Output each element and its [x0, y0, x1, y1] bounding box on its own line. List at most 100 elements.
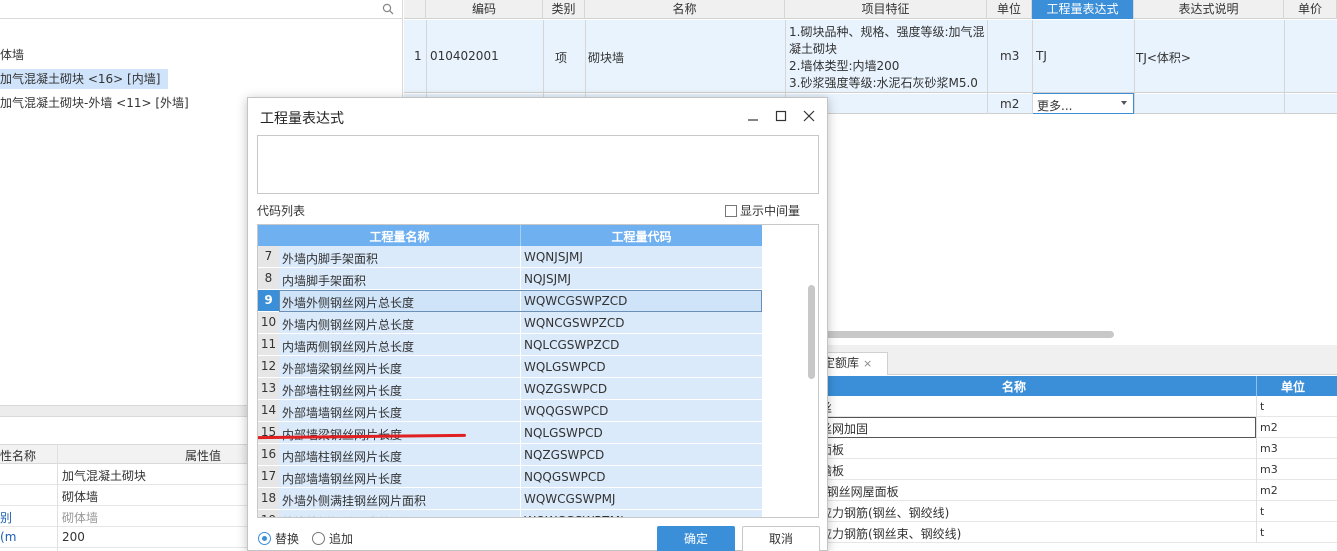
- col-header-feature[interactable]: 项目特征: [785, 0, 987, 19]
- column-divider: [520, 488, 521, 510]
- col-header-code[interactable]: 编码: [426, 0, 543, 19]
- quantity-name: 外部墙柱钢丝网片长度: [282, 384, 403, 398]
- code-row[interactable]: 11 内墙两侧钢丝网片总长度 NQLCGSWPZCD: [258, 334, 762, 356]
- radio-append[interactable]: 追加: [312, 530, 353, 547]
- expression-input[interactable]: [257, 135, 819, 194]
- item-unit[interactable]: m3: [1000, 49, 1019, 63]
- item-expression-desc[interactable]: TJ<体积>: [1136, 49, 1191, 66]
- quota-unit: t: [1260, 400, 1265, 413]
- quantity-name: 外墙内侧钢丝网片总长度: [282, 318, 415, 332]
- quota-unit: m3: [1260, 463, 1278, 476]
- cancel-button[interactable]: 取消: [742, 526, 820, 551]
- item-code[interactable]: 010402001: [430, 49, 499, 63]
- item-unit[interactable]: m2: [1000, 97, 1019, 111]
- quota-col-unit: 单位: [1281, 380, 1306, 394]
- radio-unselected-icon[interactable]: [312, 532, 325, 545]
- code-row[interactable]: 10 外墙内侧钢丝网片总长度 WQNCGSWPZCD: [258, 312, 762, 334]
- tab-quota-library[interactable]: 定额库 ×: [820, 352, 888, 375]
- column-divider: [520, 510, 521, 517]
- quota-row[interactable]: 丝 t: [820, 396, 1337, 417]
- feature-line: 凝土砌块: [789, 42, 838, 56]
- code-row[interactable]: 7 外墙内脚手架面积 WQNJSJMJ: [258, 246, 762, 268]
- property-value[interactable]: 砌体墙: [62, 488, 98, 505]
- item-type[interactable]: 项: [555, 49, 567, 66]
- show-intermediate-checkbox[interactable]: 显示中间量: [725, 202, 800, 219]
- quantity-name: 外部墙墙钢丝网片长度: [282, 406, 403, 420]
- quota-row[interactable]: 应力钢筋(钢丝束、钢绞线) t: [820, 522, 1337, 543]
- column-divider: [520, 400, 521, 422]
- tree-item-wall-type[interactable]: 体墙: [0, 45, 24, 65]
- code-list-label: 代码列表: [257, 204, 306, 218]
- radio-selected-icon[interactable]: [258, 532, 271, 545]
- close-icon[interactable]: ×: [863, 357, 872, 370]
- col-header-expression-desc[interactable]: 表达式说明: [1134, 0, 1284, 19]
- col-header-expression[interactable]: 工程量表达式: [1032, 0, 1134, 19]
- col-header-name[interactable]: 名称: [585, 0, 785, 19]
- quota-row[interactable]: L钢丝网屋面板 m2: [820, 480, 1337, 501]
- feature-line: 1.砌块品种、规格、强度等级:加气混: [789, 25, 985, 39]
- maximize-icon[interactable]: [771, 106, 791, 126]
- code-row[interactable]: 8 内墙脚手架面积 NQJSJMJ: [258, 268, 762, 290]
- row-number: 19: [258, 510, 279, 517]
- property-name-header: 性名称: [0, 449, 37, 463]
- close-icon[interactable]: [799, 106, 819, 126]
- ok-button[interactable]: 确定: [657, 526, 735, 551]
- row-index: 1: [414, 49, 422, 63]
- expression-dialog: 工程量表达式 代码列表 显示中间量 工程量名称 工程量代码 7 外墙内脚手架面积 W…: [247, 97, 828, 551]
- quota-row[interactable]: 应力钢筋(钢丝、钢绞线) t: [820, 501, 1337, 522]
- item-feature[interactable]: 1.砌块品种、规格、强度等级:加气混 凝土砌块 2.墙体类型:内墙200 3.砂…: [789, 24, 985, 92]
- row-number: 17: [258, 466, 279, 487]
- tree-search-box[interactable]: [0, 0, 402, 19]
- search-icon[interactable]: [382, 3, 394, 15]
- column-divider: [520, 312, 521, 334]
- col-quantity-code: 工程量代码: [611, 230, 672, 244]
- horizontal-scrollbar[interactable]: [820, 331, 1114, 338]
- quota-tab-bar: 定额库 ×: [820, 345, 1337, 375]
- scrollbar-thumb[interactable]: [808, 285, 815, 379]
- quota-row[interactable]: 丝网加固 m2: [820, 417, 1337, 438]
- col-header-unit[interactable]: 单位: [987, 0, 1032, 19]
- code-row[interactable]: 14 外部墙墙钢丝网片长度 WQQGSWPCD: [258, 400, 762, 422]
- checkbox-icon[interactable]: [725, 205, 737, 217]
- quantity-name: 外部墙梁钢丝网片长度: [282, 362, 403, 376]
- code-row[interactable]: 13 外部墙柱钢丝网片长度 WQZGSWPCD: [258, 378, 762, 400]
- property-value[interactable]: 200: [62, 530, 85, 544]
- code-row[interactable]: 19外墙外侧钢丝网片总面积 WQWCGSWPZMJ: [258, 510, 762, 517]
- column-divider: [520, 356, 521, 378]
- radio-replace[interactable]: 替换: [258, 530, 299, 547]
- code-row[interactable]: 12 外部墙梁钢丝网片长度 WQLGSWPCD: [258, 356, 762, 378]
- quantity-code: WQQGSWPCD: [524, 404, 609, 418]
- code-row[interactable]: 17 内部墙墙钢丝网片长度 NQQGSWPCD: [258, 466, 762, 488]
- chevron-down-icon[interactable]: [1121, 101, 1127, 105]
- item-expression[interactable]: TJ: [1036, 49, 1047, 63]
- quota-unit: t: [1260, 505, 1265, 518]
- item-name[interactable]: 砌块墙: [588, 49, 624, 66]
- code-row[interactable]: 18 外墙外侧满挂钢丝网片面积 WQWCGSWPMJ: [258, 488, 762, 510]
- quantity-code: NQQGSWPCD: [524, 470, 606, 484]
- code-row[interactable]: 16 内部墙柱钢丝网片长度 NQZGSWPCD: [258, 444, 762, 466]
- property-value[interactable]: 加气混凝土砌块: [62, 467, 146, 484]
- tree-item-outer-wall[interactable]: 加气混凝土砌块-外墙 <11> [外墙]: [0, 93, 189, 113]
- col-header-type[interactable]: 类别: [543, 0, 585, 19]
- column-divider: [1284, 20, 1285, 114]
- quota-row[interactable]: 檐板 m3: [820, 459, 1337, 480]
- code-row[interactable]: 15内部墙梁钢丝网片长度NQLGSWPCD: [258, 422, 762, 444]
- quantity-code: WQWCGSWPMJ: [524, 492, 616, 506]
- quota-unit: t: [1260, 526, 1265, 539]
- row-number: 15: [258, 422, 279, 443]
- quota-row[interactable]: 面板 m3: [820, 438, 1337, 459]
- column-divider: [520, 268, 521, 290]
- quantity-code: NQLGSWPCD: [524, 426, 603, 440]
- tree-item-inner-wall[interactable]: 加气混凝土砌块 <16> [内墙]: [0, 69, 169, 89]
- column-divider: [1256, 480, 1257, 501]
- col-header-price[interactable]: 单价: [1284, 0, 1337, 19]
- quantity-name: 外墙内脚手架面积: [282, 252, 379, 266]
- property-value: 砌体墙: [62, 511, 99, 525]
- property-name: 别: [0, 511, 13, 525]
- quota-name: 应力钢筋(钢丝束、钢绞线): [820, 527, 962, 541]
- quota-col-name: 名称: [1002, 380, 1027, 394]
- minimize-icon[interactable]: [743, 106, 763, 126]
- quantity-code: NQLCGSWPZCD: [524, 338, 620, 352]
- code-row[interactable]: 9 外墙外侧钢丝网片总长度 WQWCGSWPZCD: [258, 290, 762, 312]
- expression-dropdown[interactable]: 更多...: [1032, 93, 1134, 114]
